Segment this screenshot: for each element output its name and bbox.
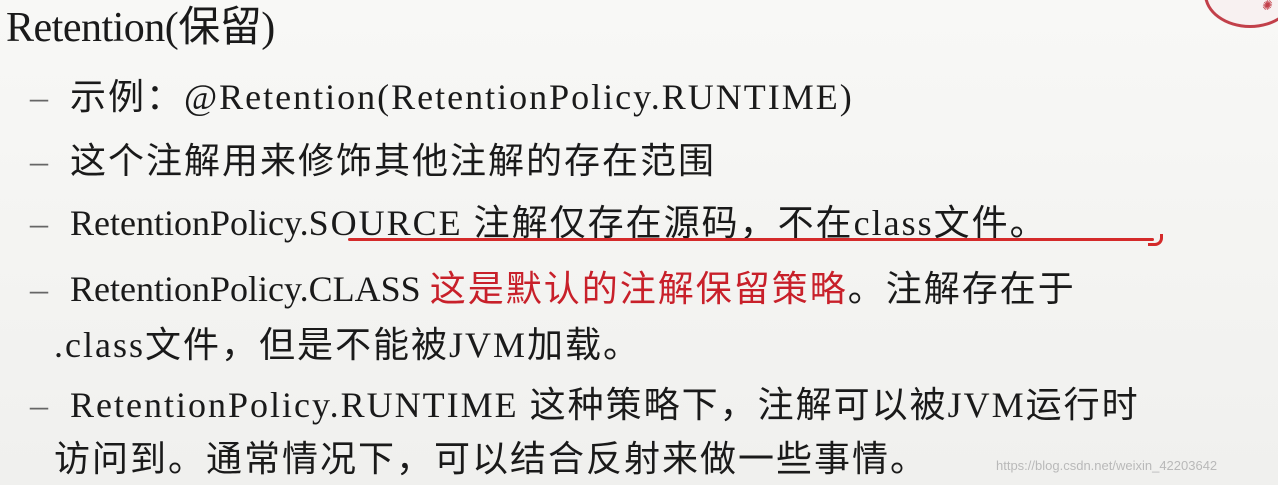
bullet-text: RetentionPolicy.RUNTIME 这种策略下，注解可以被JVM运行…: [70, 385, 1140, 425]
bullet-runtime-continuation: 访问到。通常情况下，可以结合反射来做一些事情。: [54, 436, 928, 482]
bullet-text: 这个注解用来修饰其他注解的存在范围: [70, 141, 717, 181]
bullet-description: – 这个注解用来修饰其他注解的存在范围: [30, 138, 716, 184]
bullet-text: .class文件，但是不能被JVM加载。: [54, 325, 641, 365]
bullet-dash: –: [30, 203, 48, 243]
bullet-dash: –: [30, 141, 48, 181]
bullet-runtime: – RetentionPolicy.RUNTIME 这种策略下，注解可以被JVM运…: [30, 382, 1140, 428]
red-underline: [348, 238, 1154, 241]
university-logo-icon: ✺: [1259, 0, 1274, 14]
bullet-text-suffix: 。注解存在于: [847, 269, 1076, 309]
bullet-text-prefix: RetentionPolicy.CLASS: [70, 269, 430, 309]
watermark-url: https://blog.csdn.net/weixin_42203642: [996, 458, 1218, 473]
bullet-class: – RetentionPolicy.CLASS 这是默认的注解保留策略。注解存在于: [30, 266, 1076, 312]
slide: ✺ Retention(保留) – 示例：@Retention(Retention…: [0, 0, 1278, 485]
bullet-example: – 示例：@Retention(RetentionPolicy.RUNTIME): [30, 74, 854, 120]
bullet-text-underlined: SOURCE 注解仅存在源码，不在class文件。: [308, 203, 1048, 243]
slide-title: Retention(保留): [6, 5, 275, 51]
highlight-text: 这是默认的注解保留策略: [429, 269, 848, 309]
bullet-dash: –: [30, 77, 48, 117]
red-underline-hook: [1148, 234, 1163, 246]
bullet-dash: –: [30, 385, 48, 425]
bullet-text: 访问到。通常情况下，可以结合反射来做一些事情。: [54, 439, 929, 479]
bullet-text: 示例：@Retention(RetentionPolicy.RUNTIME): [70, 77, 854, 117]
bullet-class-continuation: .class文件，但是不能被JVM加载。: [54, 322, 641, 368]
bullet-text-prefix: RetentionPolicy.: [70, 203, 309, 243]
bullet-dash: –: [30, 269, 48, 309]
